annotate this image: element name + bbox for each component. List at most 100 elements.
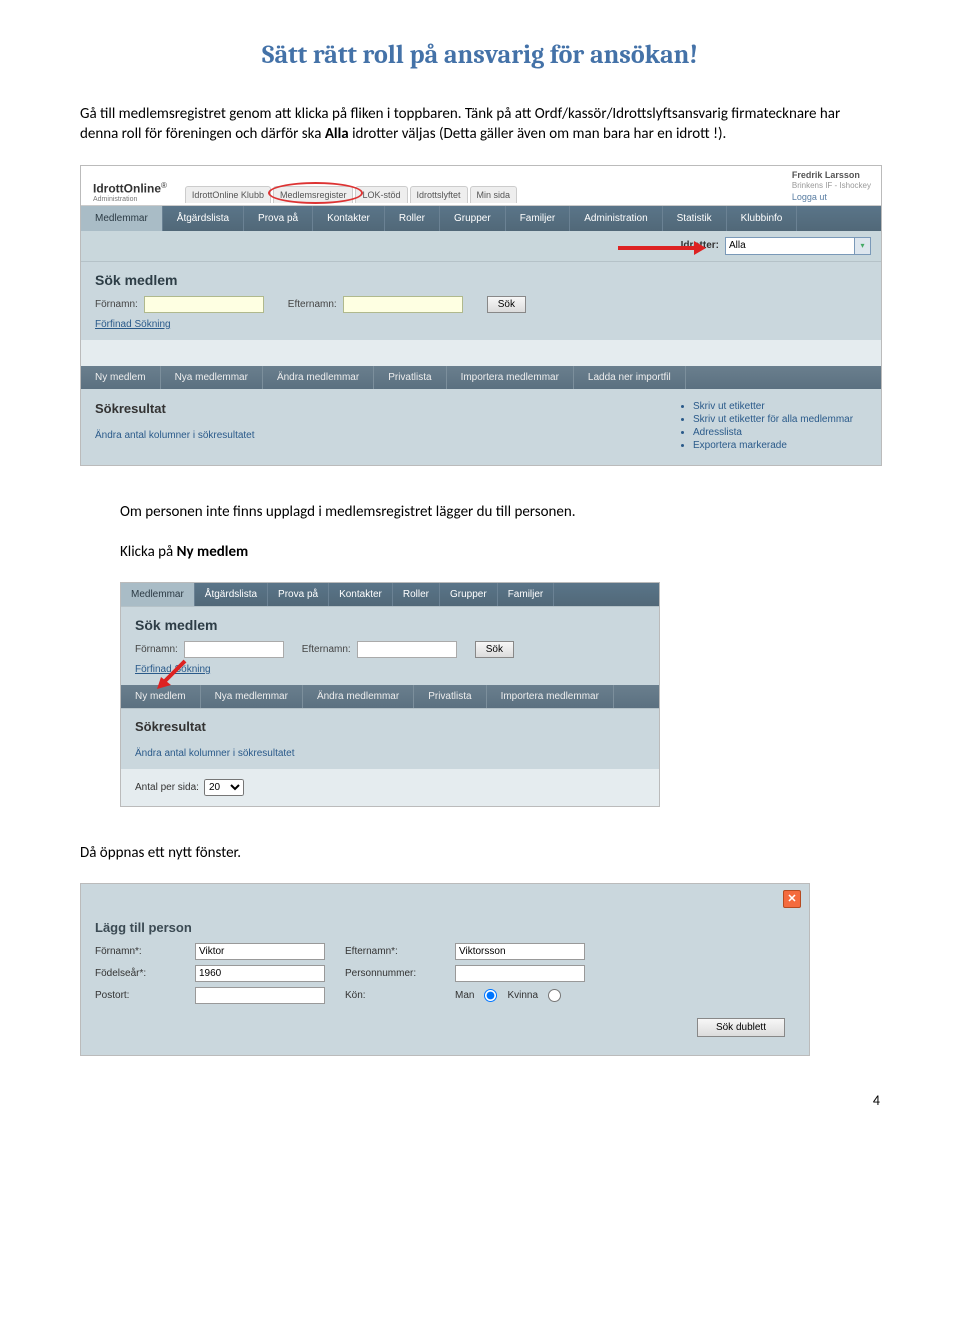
nav-medlemmar[interactable]: Medlemmar (81, 206, 163, 231)
result-panel-2: Sökresultat Ändra antal kolumner i sökre… (121, 708, 659, 769)
page-title: Sätt rätt roll på ansvarig för ansökan! (80, 40, 880, 70)
search-panel: Sök medlem Förnamn: Efternamn: Sök Förfi… (81, 261, 881, 340)
subnav-nya-medlemmar[interactable]: Nya medlemmar (161, 366, 263, 389)
nav2-familjer[interactable]: Familjer (498, 583, 555, 606)
top-bar: IdrottOnline® Administration IdrottOnlin… (81, 166, 881, 206)
chevron-down-icon[interactable]: ▾ (855, 237, 871, 255)
tab-lok-stod[interactable]: LOK-stöd (355, 186, 407, 203)
user-block: Fredrik Larsson Brinkens IF - Ishockey L… (792, 170, 871, 204)
kon-kvinna-label: Kvinna (507, 990, 538, 1001)
nav-grupper[interactable]: Grupper (440, 206, 506, 231)
subnav-importera[interactable]: Importera medlemmar (447, 366, 574, 389)
paragraph-3-a: Klicka på (120, 543, 177, 561)
subnav2-importera[interactable]: Importera medlemmar (487, 685, 614, 708)
tab-idrottslyftet[interactable]: Idrottslyftet (410, 186, 468, 203)
fornamn-label-2: Förnamn: (135, 644, 178, 655)
antal-select[interactable]: 20 (204, 779, 244, 796)
screenshot-2: Medlemmar Åtgärdslista Prova på Kontakte… (120, 582, 660, 807)
tab-idrottonline-klubb[interactable]: IdrottOnline Klubb (185, 186, 271, 203)
postort-label: Postort: (95, 990, 185, 1001)
subnav-privatlista[interactable]: Privatlista (374, 366, 446, 389)
result-title-2: Sökresultat (135, 719, 645, 734)
search-button[interactable]: Sök (487, 296, 526, 313)
nav2-atgardslista[interactable]: Åtgärdslista (195, 583, 268, 606)
fornamn-input-2[interactable] (184, 641, 284, 658)
efternamn-label-3: Efternamn*: (345, 946, 445, 957)
subnav-ny-medlem[interactable]: Ny medlem (81, 366, 161, 389)
andra-kolumner-link[interactable]: Ändra antal kolumner i sökresultatet (95, 430, 657, 441)
subnav2-andra-medlemmar[interactable]: Ändra medlemmar (303, 685, 414, 708)
search-panel-2: Sök medlem Förnamn: Efternamn: Sök Förfi… (121, 606, 659, 685)
nav-roller[interactable]: Roller (385, 206, 440, 231)
user-org: Brinkens IF - Ishockey (792, 181, 871, 191)
paragraph-2: Om personen inte finns upplagd i medlems… (120, 502, 880, 522)
subnav2-privatlista[interactable]: Privatlista (414, 685, 486, 708)
link-skriv-ut-etiketter[interactable]: Skriv ut etiketter (693, 401, 867, 412)
red-arrow-annotation-2 (155, 657, 189, 691)
link-skriv-ut-alla[interactable]: Skriv ut etiketter för alla medlemmar (693, 414, 867, 425)
logo: IdrottOnline® Administration (93, 181, 167, 202)
antal-label: Antal per sida: (135, 782, 199, 793)
red-arrow-annotation-1 (616, 239, 706, 257)
subnav-ladda-ner[interactable]: Ladda ner importfil (574, 366, 686, 389)
search-panel-title-2: Sök medlem (135, 617, 645, 633)
tab-medlemsregister-label: Medlemsregister (280, 190, 347, 200)
subnav2-nya-medlemmar[interactable]: Nya medlemmar (201, 685, 303, 708)
nav-administration[interactable]: Administration (570, 206, 662, 231)
efternamn-input-3[interactable] (455, 943, 585, 960)
nav2-medlemmar[interactable]: Medlemmar (121, 583, 195, 606)
search-button-2[interactable]: Sök (475, 641, 514, 658)
sub-nav-2: Ny medlem Nya medlemmar Ändra medlemmar … (121, 685, 659, 708)
kon-kvinna-radio[interactable] (548, 989, 561, 1002)
result-left: Sökresultat Ändra antal kolumner i sökre… (95, 401, 657, 453)
nav2-grupper[interactable]: Grupper (440, 583, 498, 606)
idrotter-row: Idrotter: ▾ (81, 231, 881, 261)
dialog-body: Lägg till person Förnamn*: Efternamn*: F… (81, 914, 809, 1055)
main-nav: Medlemmar Åtgärdslista Prova på Kontakte… (81, 206, 881, 231)
dialog-button-row: Sök dublett (95, 1018, 795, 1037)
kon-radio-group: Man Kvinna (455, 989, 635, 1002)
fornamn-label: Förnamn: (95, 299, 138, 310)
logo-subtitle: Administration (93, 196, 167, 203)
dialog-top: ✕ (81, 884, 809, 914)
sok-dublett-button[interactable]: Sök dublett (697, 1018, 785, 1037)
logo-text: IdrottOnline (93, 182, 161, 196)
andra-kolumner-link-2[interactable]: Ändra antal kolumner i sökresultatet (135, 748, 645, 759)
nav2-kontakter[interactable]: Kontakter (329, 583, 393, 606)
fornamn-label-3: Förnamn*: (95, 946, 185, 957)
nav-familjer[interactable]: Familjer (506, 206, 571, 231)
fornamn-input-3[interactable] (195, 943, 325, 960)
search-panel-title: Sök medlem (95, 272, 867, 288)
dialog-title: Lägg till person (95, 920, 795, 935)
nav-kontakter[interactable]: Kontakter (313, 206, 385, 231)
personnummer-input[interactable] (455, 965, 585, 982)
efternamn-input[interactable] (343, 296, 463, 313)
nav-statistik[interactable]: Statistik (663, 206, 727, 231)
idrotter-select[interactable] (725, 237, 855, 255)
efternamn-input-2[interactable] (357, 641, 457, 658)
search-form-row: Förnamn: Efternamn: Sök (95, 296, 867, 313)
sub-nav: Ny medlem Nya medlemmar Ändra medlemmar … (81, 366, 881, 389)
postort-input[interactable] (195, 987, 325, 1004)
fornamn-input[interactable] (144, 296, 264, 313)
link-exportera[interactable]: Exportera markerade (693, 440, 867, 451)
link-adresslista[interactable]: Adresslista (693, 427, 867, 438)
nav-klubbinfo[interactable]: Klubbinfo (727, 206, 798, 231)
logout-link[interactable]: Logga ut (792, 192, 871, 204)
kon-man-radio[interactable] (484, 989, 497, 1002)
nav-prova-pa[interactable]: Prova på (244, 206, 313, 231)
subnav-andra-medlemmar[interactable]: Ändra medlemmar (263, 366, 374, 389)
nav2-roller[interactable]: Roller (393, 583, 440, 606)
forfinad-sokning-link[interactable]: Förfinad Sökning (95, 319, 171, 330)
tab-min-sida[interactable]: Min sida (470, 186, 518, 203)
screenshot-1: IdrottOnline® Administration IdrottOnlin… (80, 165, 882, 466)
kon-man-label: Man (455, 990, 474, 1001)
fodelsear-input[interactable] (195, 965, 325, 982)
close-icon[interactable]: ✕ (783, 890, 801, 908)
nav-atgardslista[interactable]: Åtgärdslista (163, 206, 244, 231)
nav2-prova-pa[interactable]: Prova på (268, 583, 329, 606)
user-name: Fredrik Larsson (792, 170, 871, 182)
tab-medlemsregister[interactable]: Medlemsregister (273, 186, 354, 203)
efternamn-label: Efternamn: (288, 299, 337, 310)
result-title: Sökresultat (95, 401, 657, 416)
